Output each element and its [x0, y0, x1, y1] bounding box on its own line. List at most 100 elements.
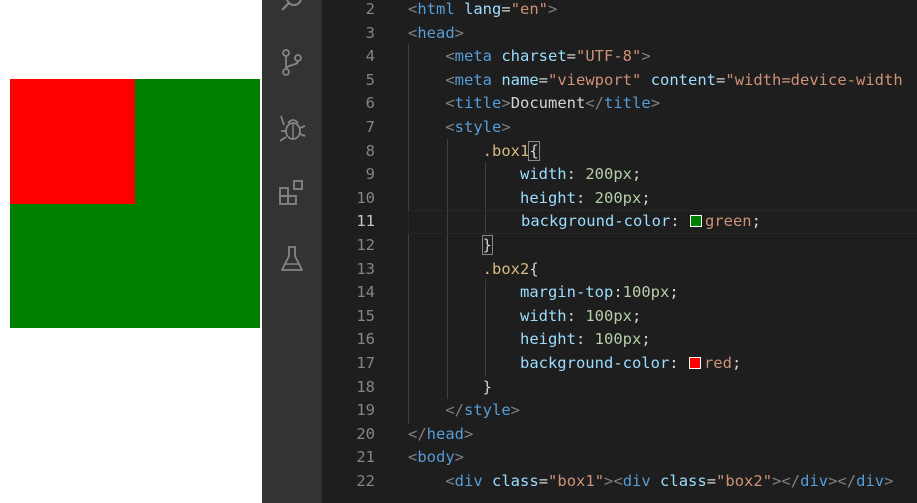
code-token: meta	[454, 70, 492, 89]
code-line[interactable]: background-color: green;	[408, 210, 917, 234]
app-window: 2 <html lang="en"> 3 <head> 4 <meta charset=…	[0, 0, 917, 503]
code-line[interactable]: 8 .box1{	[322, 140, 917, 164]
code-token: html	[417, 0, 455, 18]
code-line[interactable]: 15 width: 100px;	[322, 305, 917, 329]
code-line[interactable]: 9 width: 200px;	[322, 163, 917, 187]
code-text: <head>	[408, 22, 464, 46]
code-token: height	[519, 188, 576, 207]
code-line[interactable]: 10 height: 200px;	[322, 187, 917, 211]
code-token: :	[613, 283, 623, 302]
code-line[interactable]: 2 <html lang="en">	[322, 0, 917, 22]
line-number: 15	[356, 306, 375, 325]
code-line[interactable]: 17 background-color: red;	[322, 352, 917, 376]
code-text: <div class="box1"><div class="box2"></di…	[408, 470, 893, 494]
code-text: <body>	[408, 446, 464, 470]
code-line[interactable]: 21 <body>	[322, 446, 917, 470]
line-number: 10	[356, 188, 375, 207]
code-token: =	[566, 47, 577, 66]
extensions-icon[interactable]	[277, 178, 307, 208]
code-text: background-color: red;	[408, 352, 741, 376]
code-token: >	[548, 0, 558, 18]
code-line[interactable]: 7 <style>	[322, 116, 917, 140]
code-token: ;	[632, 306, 642, 325]
line-number: 6	[365, 94, 375, 113]
code-token: class	[492, 472, 539, 490]
code-line[interactable]: 14 margin-top:100px;	[322, 281, 917, 305]
color-swatch-icon[interactable]	[688, 357, 701, 369]
code-line[interactable]: 5 <meta name="viewport" content="width=d…	[322, 69, 917, 93]
code-token: :	[669, 354, 688, 372]
line-number: 14	[356, 283, 375, 302]
code-token: >	[650, 94, 661, 113]
matched-brace: }	[481, 235, 494, 255]
code-text: background-color: green;	[409, 211, 761, 232]
code-token: 100px	[622, 283, 670, 302]
code-line[interactable]: 6 <title>Document</title>	[322, 92, 917, 116]
code-token: <	[445, 472, 455, 490]
code-token: ;	[641, 330, 651, 349]
line-number: 7	[365, 118, 375, 136]
code-token: Document	[510, 94, 586, 113]
code-token: red	[703, 354, 732, 372]
code-text: height: 200px;	[408, 187, 651, 211]
code-token: margin-top	[519, 283, 614, 302]
line-number: 9	[365, 165, 375, 184]
code-token: <	[408, 23, 418, 42]
code-editor[interactable]: 2 <html lang="en"> 3 <head> 4 <meta charset=…	[322, 0, 917, 503]
search-icon[interactable]	[277, 0, 307, 18]
testing-icon[interactable]	[277, 244, 307, 274]
code-line[interactable]: 13 .box2{	[322, 258, 917, 282]
code-line[interactable]: 20 </head>	[322, 423, 917, 447]
code-token: >	[884, 472, 894, 490]
code-token: head	[417, 23, 455, 42]
code-line[interactable]: 22 <div class="box1"><div class="box2"><…	[322, 470, 917, 494]
code-token: >	[454, 23, 465, 42]
matched-brace: {	[528, 140, 540, 161]
code-token: ></	[772, 472, 801, 490]
code-token: >	[501, 118, 511, 136]
code-token: lang	[464, 0, 502, 18]
code-line[interactable]: 19 </style>	[322, 399, 917, 423]
code-line[interactable]: 18 }	[322, 376, 917, 400]
code-text: .box1{	[408, 140, 540, 164]
code-token: =	[501, 0, 511, 18]
line-number: 3	[365, 23, 375, 42]
code-line[interactable]: 16 height: 100px;	[322, 328, 917, 352]
line-number: 21	[356, 448, 375, 467]
debug-icon[interactable]	[277, 114, 307, 144]
code-token: >	[641, 47, 651, 66]
code-token: body	[417, 448, 455, 467]
code-text: width: 200px;	[408, 163, 641, 187]
code-line[interactable]: 4 <meta charset="UTF-8">	[322, 45, 917, 69]
code-token: 100px	[585, 306, 632, 325]
code-token: <	[445, 94, 455, 113]
code-token: <	[445, 70, 455, 89]
code-token: "UTF-8"	[576, 47, 642, 66]
code-line[interactable]: 12 }	[322, 234, 917, 258]
color-swatch-icon[interactable]	[689, 215, 702, 228]
red-box	[10, 79, 135, 204]
current-line[interactable]: 11 background-color: green;	[322, 210, 917, 234]
code-token: head	[426, 424, 464, 443]
code-token: div	[454, 472, 483, 490]
code-line[interactable]: 3 <head>	[322, 22, 917, 46]
code-text: <html lang="en">	[408, 0, 557, 22]
code-token: "en"	[510, 0, 549, 18]
line-number: 8	[365, 141, 375, 160]
code-token: 100px	[594, 330, 642, 349]
code-token: :	[575, 330, 595, 349]
code-token: content	[650, 70, 717, 89]
line-number: 20	[356, 424, 375, 443]
source-control-icon[interactable]	[277, 47, 307, 77]
line-number: 17	[356, 354, 375, 372]
code-token: title	[454, 94, 502, 113]
code-token: height	[519, 330, 576, 349]
